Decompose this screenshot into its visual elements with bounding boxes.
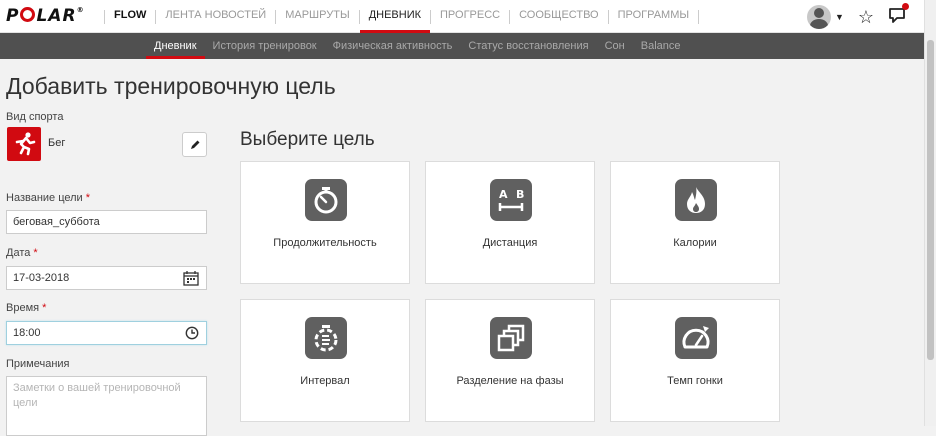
goal-tile-distance[interactable]: AB Дистанция	[425, 161, 595, 284]
nav-divider	[698, 9, 700, 24]
subnav-recovery[interactable]: Статус восстановления	[460, 33, 596, 59]
choose-goal-title: Выберите цель	[240, 129, 375, 150]
main-nav: FLOW ЛЕНТА НОВОСТЕЙ МАРШРУТЫ ДНЕВНИК ПРО…	[104, 0, 700, 33]
goal-tile-race-pace[interactable]: Темп гонки	[610, 299, 780, 422]
notes-textarea[interactable]	[6, 376, 207, 436]
goal-tile-duration[interactable]: Продолжительность	[240, 161, 410, 284]
svg-text:B: B	[516, 188, 524, 201]
notes-label: Примечания	[6, 358, 70, 370]
subnav-balance[interactable]: Balance	[633, 33, 689, 59]
race-pace-icon	[675, 317, 717, 359]
subnav-sleep[interactable]: Сон	[597, 33, 633, 59]
nav-item-progress[interactable]: ПРОГРЕСС	[431, 0, 509, 33]
chevron-down-icon[interactable]: ▼	[835, 12, 844, 22]
time-value: 18:00	[13, 327, 41, 339]
goal-tile-label: Калории	[673, 237, 717, 249]
time-label: Время *	[6, 302, 47, 314]
clock-icon[interactable]	[185, 326, 199, 348]
nav-flow[interactable]: FLOW	[105, 0, 155, 33]
interval-timer-icon	[305, 317, 347, 359]
subnav-training-history[interactable]: История тренировок	[205, 33, 325, 59]
pencil-icon	[190, 140, 199, 149]
goal-name-label: Название цели *	[6, 192, 91, 204]
nav-item-diary[interactable]: ДНЕВНИК	[359, 0, 431, 33]
nav-item-programs[interactable]: ПРОГРАММЫ	[609, 0, 699, 33]
subnav-activity[interactable]: Физическая активность	[325, 33, 461, 59]
notification-dot	[902, 3, 909, 10]
nav-item-feed[interactable]: ЛЕНТА НОВОСТЕЙ	[156, 0, 275, 33]
notifications-icon[interactable]	[888, 3, 909, 27]
distance-ab-icon: AB	[490, 179, 532, 221]
goal-tile-label: Продолжительность	[273, 237, 377, 249]
top-bar: P LAR® FLOW ЛЕНТА НОВОСТЕЙ МАРШРУТЫ ДНЕВН…	[0, 0, 936, 33]
polar-logo[interactable]: P LAR®	[6, 6, 85, 26]
calendar-icon[interactable]	[183, 271, 199, 294]
running-icon[interactable]	[7, 127, 41, 161]
goal-name-input[interactable]	[6, 210, 207, 234]
scrollbar-thumb[interactable]	[927, 40, 934, 360]
sport-label: Вид спорта	[6, 111, 64, 123]
goal-tile-label: Интервал	[300, 375, 350, 387]
time-field[interactable]: 18:00	[6, 321, 207, 345]
goal-tile-label: Дистанция	[482, 237, 538, 249]
stopwatch-icon	[305, 179, 347, 221]
page-title: Добавить тренировочную цель	[6, 73, 336, 99]
subnav-diary[interactable]: Дневник	[146, 33, 205, 59]
avatar[interactable]	[806, 4, 831, 29]
date-value: 17-03-2018	[13, 272, 70, 284]
goal-tile-label: Темп гонки	[667, 375, 723, 387]
nav-item-routes[interactable]: МАРШРУТЫ	[276, 0, 358, 33]
sub-nav: Дневник История тренировок Физическая ак…	[0, 33, 924, 59]
star-icon[interactable]: ☆	[858, 8, 874, 26]
nav-item-community[interactable]: СООБЩЕСТВО	[510, 0, 608, 33]
goal-tile-calories[interactable]: Калории	[610, 161, 780, 284]
edit-sport-button[interactable]	[182, 132, 207, 157]
flame-icon	[675, 179, 717, 221]
svg-text:A: A	[499, 188, 508, 201]
vertical-scrollbar[interactable]	[924, 0, 936, 426]
sport-value: Бег	[48, 137, 66, 149]
user-controls: ▼ ☆	[806, 0, 909, 33]
goal-tile-phases[interactable]: Разделение на фазы	[425, 299, 595, 422]
phases-icon	[490, 317, 532, 359]
date-field[interactable]: 17-03-2018	[6, 266, 207, 290]
goal-tile-label: Разделение на фазы	[456, 375, 564, 387]
date-label: Дата *	[6, 247, 38, 259]
goal-tile-interval[interactable]: Интервал	[240, 299, 410, 422]
